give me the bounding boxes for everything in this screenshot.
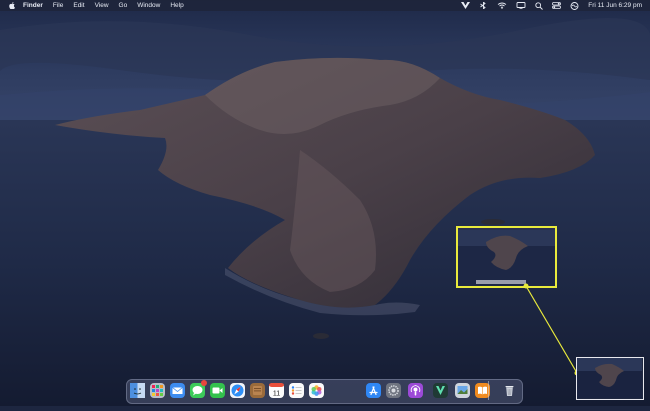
menu-go[interactable]: Go [119,2,128,9]
siri-icon[interactable] [570,2,579,10]
thumbnail-mini-preview [577,358,642,398]
menu-window[interactable]: Window [137,2,160,9]
mail-app-icon[interactable] [170,383,185,398]
wifi-icon[interactable] [497,2,507,9]
safari-app-icon[interactable] [230,383,245,398]
app-store-app-icon[interactable] [366,383,381,398]
facetime-app-icon[interactable] [210,383,225,398]
messages-badge [201,380,207,386]
trash-icon[interactable] [502,383,517,398]
menu-edit[interactable]: Edit [73,2,84,9]
calendar-day-text: 11 [273,391,280,398]
reminders-app-icon[interactable] [289,383,304,398]
menu-help[interactable]: Help [170,2,183,9]
thumbnail-preview-image [458,228,555,286]
menu-bar: Finder File Edit View Go Window Help Fri… [0,0,650,11]
launchpad-app-icon[interactable] [150,383,165,398]
callout-connector-line [520,283,582,379]
system-preferences-app-icon[interactable] [386,383,401,398]
menu-app-name[interactable]: Finder [23,2,43,9]
vectorize-status-icon[interactable] [461,2,470,9]
podcasts-app-icon[interactable] [408,383,423,398]
calendar-app-icon[interactable]: 11 [269,383,284,398]
bluetooth-status-icon[interactable] [479,2,488,9]
finder-app-icon[interactable] [130,383,145,398]
control-center-icon[interactable] [552,2,561,9]
photos-app-icon[interactable] [309,383,324,398]
display-icon[interactable] [516,2,526,9]
notes-app-icon[interactable] [250,383,265,398]
dock-separator [488,381,489,400]
menu-clock[interactable]: Fri 11 Jun 6:29 pm [588,2,642,9]
screenshot-floating-thumbnail[interactable] [576,357,644,400]
screenshot-thumbnail-magnified [456,226,557,288]
messages-app-icon[interactable] [190,383,205,398]
preview-app-icon[interactable] [455,383,470,398]
menu-view[interactable]: View [95,2,109,9]
apple-menu-icon[interactable] [9,2,15,9]
spotlight-search-icon[interactable] [535,2,543,10]
menu-file[interactable]: File [53,2,63,9]
vectorize-app-icon[interactable] [433,383,448,398]
